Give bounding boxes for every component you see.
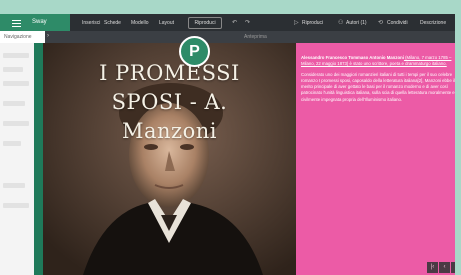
nav-item[interactable] <box>3 183 25 188</box>
menu-inserisci[interactable]: Inserisci <box>82 20 100 26</box>
bio-paragraph: Alessandro Francesco Tommaso Antonio Man… <box>301 55 459 67</box>
prev-slide-button[interactable]: ‹ <box>439 262 450 273</box>
nav-item[interactable] <box>3 203 29 208</box>
first-slide-button[interactable]: |‹ <box>427 262 438 273</box>
text-card[interactable]: Alessandro Francesco Tommaso Antonio Man… <box>296 43 461 275</box>
menu-riproduci[interactable]: Riproduci <box>302 20 323 26</box>
undo-icon[interactable]: ↶ <box>232 19 237 26</box>
nav-item[interactable] <box>3 141 21 146</box>
hamburger-menu-icon[interactable] <box>12 18 21 27</box>
menu-descrizione[interactable]: Descrizione <box>420 20 446 26</box>
menu-autori[interactable]: Autori (1) <box>346 20 367 26</box>
slide-title-line: I PROMESSI <box>99 61 240 85</box>
page-background-edge <box>455 0 461 275</box>
slide-title-line: Manzoni <box>122 119 217 143</box>
play-icon: ▷ <box>294 20 299 26</box>
nav-item[interactable] <box>3 81 29 86</box>
nav-item[interactable] <box>3 121 29 126</box>
share-icon: ⟲ <box>378 20 384 26</box>
people-icon: ⚇ <box>338 20 344 26</box>
chevron-right-icon[interactable]: › <box>47 33 49 39</box>
slide-title[interactable]: I PROMESSI SPOSI - A. Manzoni <box>43 59 296 146</box>
play-button[interactable]: Riproduci <box>188 17 222 29</box>
menu-schede[interactable]: Schede <box>104 20 121 26</box>
brand-area: Sway <box>0 14 70 31</box>
nav-item[interactable] <box>3 67 23 72</box>
nav-item[interactable] <box>3 101 25 106</box>
description-paragraph: Considerato uno dei maggiori romanzieri … <box>301 72 455 102</box>
sway-editor-window: Sway Inserisci Schede Modello Layout Rip… <box>0 0 461 275</box>
menu-layout[interactable]: Layout <box>159 20 174 26</box>
title-slide: I PROMESSI SPOSI - A. Manzoni <box>43 43 296 275</box>
menu-condividi[interactable]: Condividi <box>387 20 408 26</box>
top-toolbar: Sway Inserisci Schede Modello Layout Rip… <box>0 14 461 31</box>
bio-name: Alessandro Francesco Tommaso Antonio Man… <box>301 55 404 60</box>
powerpoint-badge-icon: P <box>179 36 210 67</box>
slide-title-line: SPOSI - A. <box>111 90 228 114</box>
menu-modello[interactable]: Modello <box>131 20 149 26</box>
navigation-panel <box>0 43 35 275</box>
panel-divider <box>34 43 43 275</box>
nav-item[interactable] <box>3 53 29 58</box>
redo-icon[interactable]: ↷ <box>245 19 250 26</box>
app-brand: Sway <box>32 19 47 25</box>
preview-label: Anteprima <box>244 34 267 40</box>
sub-toolbar: Navigazione › Anteprima <box>0 31 461 43</box>
navigation-tab[interactable]: Navigazione <box>0 31 45 43</box>
